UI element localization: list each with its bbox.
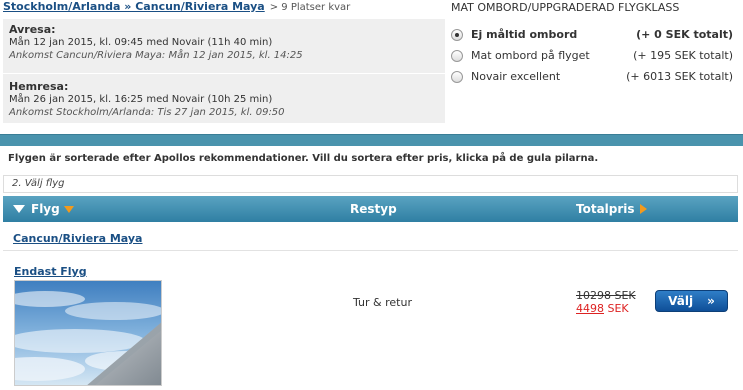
meal-option-label: Novair excellent — [471, 70, 561, 83]
column-header-totalpris-label: Totalpris — [576, 202, 635, 216]
radio-button[interactable] — [451, 49, 463, 62]
meal-options: Ej måltid ombord (+ 0 SEK totalt) Mat om… — [451, 24, 733, 87]
outbound-leg: Avresa: Mån 12 jan 2015, kl. 09:45 med N… — [9, 23, 303, 62]
outbound-title: Avresa: — [9, 23, 56, 36]
results-table-header: Flyg Restyp Totalpris — [3, 196, 738, 222]
step-label: 2. Välj flyg — [3, 175, 738, 193]
column-header-totalpris[interactable]: Totalpris — [576, 196, 647, 222]
meal-option-label: Ej måltid ombord — [471, 28, 578, 41]
flight-info-panel: Avresa: Mån 12 jan 2015, kl. 09:45 med N… — [3, 19, 445, 123]
trip-type: Tur & retur — [353, 296, 412, 309]
meal-section-title: MAT OMBORD/UPPGRADERAD FLYGKLASS — [451, 1, 680, 14]
product-name-link[interactable]: Endast Flyg — [14, 265, 87, 278]
meal-option-price: (+ 195 SEK totalt) — [633, 49, 733, 62]
meal-option-excellent[interactable]: Novair excellent (+ 6013 SEK totalt) — [451, 66, 733, 87]
original-price: 10298 SEK — [576, 289, 636, 302]
route-link[interactable]: Stockholm/Arlanda » Cancun/Riviera Maya — [3, 0, 265, 13]
meal-option-label: Mat ombord på flyget — [471, 49, 590, 62]
column-header-flyg-label: Flyg — [31, 202, 60, 216]
outbound-departure: Mån 12 jan 2015, kl. 09:45 med Novair (1… — [9, 37, 273, 48]
airplane-wing-illustration — [15, 281, 161, 385]
column-header-restyp: Restyp — [350, 196, 397, 222]
sort-note: Flygen är sorterade efter Apollos rekomm… — [8, 153, 599, 164]
radio-button-checked[interactable] — [451, 28, 463, 41]
destination-link[interactable]: Cancun/Riviera Maya — [13, 232, 142, 245]
meal-option-none[interactable]: Ej måltid ombord (+ 0 SEK totalt) — [451, 24, 733, 45]
meal-option-price: (+ 0 SEK totalt) — [636, 28, 733, 41]
return-title: Hemresa: — [9, 80, 69, 93]
discounted-price-currency: SEK — [607, 302, 629, 315]
discounted-price: 4498 SEK — [576, 302, 629, 315]
airplane-wing-image[interactable] — [14, 280, 162, 386]
return-leg: Hemresa: Mån 26 jan 2015, kl. 16:25 med … — [9, 80, 285, 119]
sort-arrow-down-icon[interactable] — [63, 205, 74, 213]
double-chevron-right-icon: » — [707, 294, 715, 308]
route-header: Stockholm/Arlanda » Cancun/Riviera Maya … — [3, 0, 350, 16]
seats-left-text: > 9 Platser kvar — [269, 2, 351, 13]
discounted-price-amount: 4498 — [576, 302, 604, 315]
row-divider — [3, 250, 738, 251]
meal-option-onboard[interactable]: Mat ombord på flyget (+ 195 SEK totalt) — [451, 45, 733, 66]
return-departure: Mån 26 jan 2015, kl. 16:25 med Novair (1… — [9, 94, 273, 105]
return-arrival: Ankomst Stockholm/Arlanda: Tis 27 jan 20… — [9, 107, 285, 118]
select-flight-button[interactable]: Välj » — [655, 290, 728, 312]
sort-arrow-right-icon[interactable] — [639, 204, 647, 214]
leg-divider — [3, 73, 445, 74]
section-divider-bar — [0, 134, 743, 146]
radio-button[interactable] — [451, 70, 463, 83]
collapse-triangle-icon[interactable] — [13, 205, 25, 213]
select-button-label: Välj — [668, 294, 694, 308]
meal-option-price: (+ 6013 SEK totalt) — [626, 70, 733, 83]
column-header-flyg[interactable]: Flyg — [13, 196, 74, 222]
outbound-arrival: Ankomst Cancun/Riviera Maya: Mån 12 jan … — [9, 50, 303, 61]
column-header-restyp-label: Restyp — [350, 202, 397, 216]
